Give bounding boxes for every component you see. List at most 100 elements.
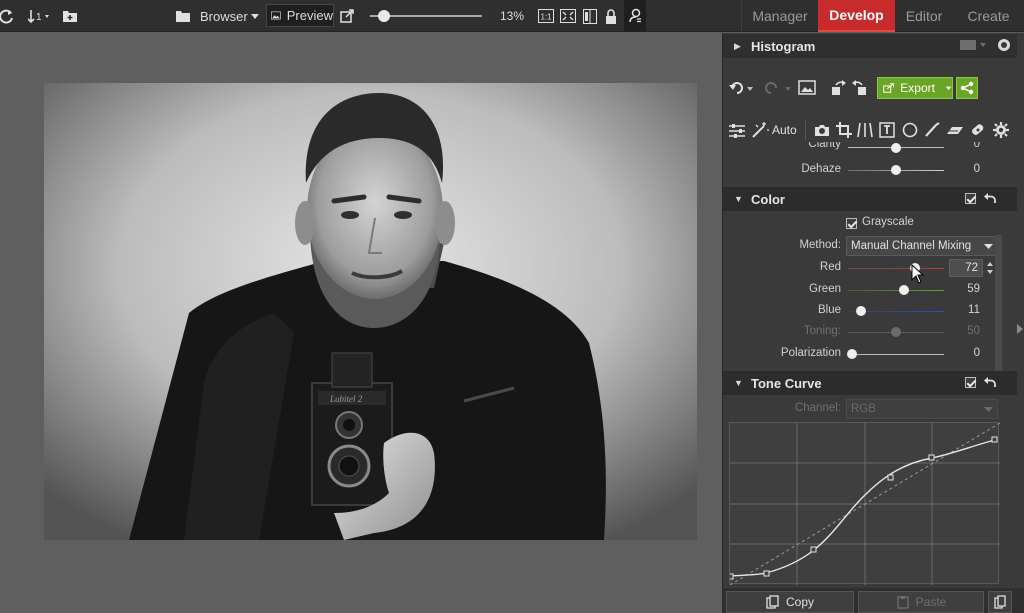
preview-photo: Lubitel 2	[44, 83, 697, 540]
settings-gear-icon[interactable]	[992, 121, 1010, 142]
clarity-slider-knob[interactable]	[891, 143, 901, 153]
green-slider-track[interactable]	[848, 290, 944, 291]
sort-icon[interactable]: 1	[28, 0, 52, 32]
rotate-left-icon[interactable]	[830, 79, 848, 100]
folder-icon	[175, 0, 191, 32]
adjustments-icon[interactable]	[728, 123, 746, 142]
chevron-down-icon	[984, 407, 993, 412]
brush-icon[interactable]	[924, 122, 940, 141]
copy-settings-button[interactable]	[988, 591, 1012, 613]
blue-label: Blue	[817, 304, 841, 316]
browser-dropdown-icon[interactable]	[250, 0, 260, 32]
curve-point[interactable]	[887, 474, 894, 481]
green-label: Green	[809, 283, 841, 295]
camera-icon[interactable]	[814, 123, 830, 140]
auto-wand-icon[interactable]	[750, 121, 770, 142]
crop-icon[interactable]	[836, 122, 852, 141]
polarization-value: 0	[973, 347, 980, 359]
grayscale-label: Grayscale	[862, 216, 914, 228]
curve-point[interactable]	[810, 546, 817, 553]
panel-scrollbar[interactable]	[995, 235, 1002, 375]
healing-bandage-icon[interactable]	[969, 122, 987, 141]
red-label: Red	[819, 261, 841, 273]
channel-label: Channel:	[794, 402, 841, 414]
share-icon	[960, 81, 974, 95]
method-value: Manual Channel Mixing	[851, 240, 972, 252]
curve-point[interactable]	[763, 570, 770, 577]
mouse-cursor-icon	[911, 263, 925, 287]
grayscale-checkbox[interactable]	[846, 218, 857, 229]
chevron-down-icon	[984, 244, 993, 249]
color-section-title: Color	[751, 191, 785, 207]
color-enable-checkbox[interactable]	[965, 193, 976, 204]
collapse-arrow-icon: ▼	[734, 378, 743, 388]
compare-icon[interactable]	[583, 0, 597, 32]
histogram-title: Histogram	[751, 38, 816, 54]
tab-develop[interactable]: Develop	[818, 0, 895, 32]
svg-text:1: 1	[36, 12, 42, 23]
perspective-icon[interactable]	[857, 122, 873, 141]
preview-label: Preview	[286, 8, 333, 23]
preview-button[interactable]: Preview	[266, 4, 334, 27]
auto-button[interactable]: Auto	[772, 123, 797, 137]
export-button[interactable]: Export	[877, 77, 953, 99]
svg-text:1:1: 1:1	[541, 13, 553, 22]
polarization-label: Polarization	[780, 347, 841, 359]
method-dropdown[interactable]: Manual Channel Mixing	[846, 236, 998, 256]
method-label: Method:	[799, 239, 841, 251]
paste-icon	[897, 596, 909, 609]
fit-screen-icon[interactable]	[560, 0, 576, 32]
refresh-icon[interactable]	[0, 0, 14, 32]
channel-dropdown: RGB	[846, 399, 998, 419]
curve-point[interactable]	[727, 573, 734, 580]
preview-canvas[interactable]: Lubitel 2	[0, 33, 722, 613]
snapshot-icon[interactable]	[798, 80, 816, 99]
panel-collapse-arrow-icon[interactable]	[1016, 322, 1024, 336]
zoom-1-1-icon[interactable]: 1:1	[538, 0, 554, 32]
export-dropdown-icon[interactable]	[945, 84, 952, 92]
new-folder-icon[interactable]	[62, 0, 78, 32]
tone-curve-reset-icon[interactable]	[983, 375, 997, 391]
blue-slider-knob[interactable]	[856, 306, 866, 316]
clarity-value: 0	[973, 142, 980, 150]
lock-icon[interactable]	[605, 0, 617, 32]
clipboard-icon	[994, 595, 1006, 609]
tab-create[interactable]: Create	[953, 0, 1024, 32]
open-external-icon[interactable]	[340, 0, 354, 32]
green-slider-knob[interactable]	[899, 285, 909, 295]
polarization-slider-track[interactable]	[848, 354, 944, 355]
browser-button[interactable]: Browser	[200, 0, 248, 32]
dehaze-slider-knob[interactable]	[891, 165, 901, 175]
tone-curve-enable-checkbox[interactable]	[965, 377, 976, 388]
export-label: Export	[900, 81, 935, 95]
top-toolbar: 1 Browser Preview 13% 1:1 Manager Develo…	[0, 0, 1024, 32]
tone-curve-graph[interactable]	[727, 422, 1001, 586]
expand-arrow-icon: ▶	[734, 40, 741, 51]
redo-icon[interactable]	[762, 80, 792, 99]
red-value-input[interactable]: 72	[949, 259, 983, 277]
toning-label: Toning:	[803, 325, 841, 337]
color-reset-icon[interactable]	[983, 191, 997, 207]
paste-button: Paste	[858, 591, 984, 613]
zoom-slider-knob[interactable]	[378, 10, 390, 22]
curve-point[interactable]	[928, 454, 935, 461]
copy-button[interactable]: Copy	[726, 591, 854, 613]
share-button[interactable]	[956, 77, 978, 99]
collapse-arrow-icon: ▼	[734, 194, 743, 204]
tools-divider	[805, 119, 806, 141]
red-stepper-icon[interactable]	[986, 261, 994, 278]
curve-point[interactable]	[991, 436, 998, 443]
polarization-slider-knob[interactable]	[847, 349, 857, 359]
tab-editor[interactable]: Editor	[895, 0, 953, 32]
tab-manager[interactable]: Manager	[742, 0, 818, 32]
histogram-mode-icon[interactable]	[960, 38, 990, 55]
text-overlay-icon[interactable]	[879, 122, 895, 141]
person-search-icon[interactable]	[624, 0, 646, 32]
clarity-label: Clarity	[808, 142, 841, 150]
gradient-filter-icon[interactable]	[946, 122, 964, 141]
histogram-settings-icon[interactable]	[996, 37, 1012, 56]
circle-filter-icon[interactable]	[902, 122, 918, 141]
rotate-right-icon[interactable]	[850, 79, 868, 100]
red-slider-track[interactable]	[848, 268, 944, 269]
undo-icon[interactable]	[728, 80, 754, 99]
